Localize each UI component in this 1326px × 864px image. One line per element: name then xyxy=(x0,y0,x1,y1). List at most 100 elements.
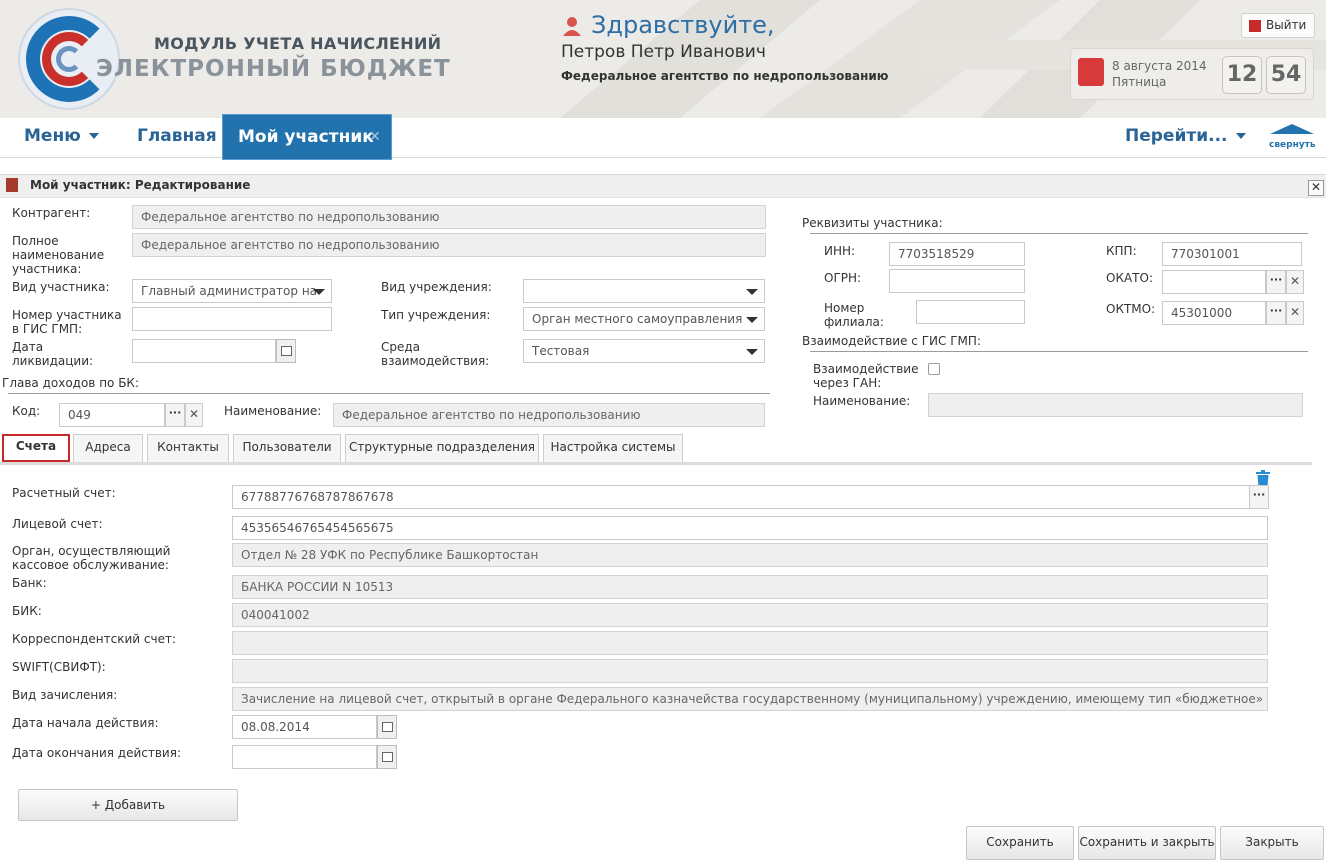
gis-number-input[interactable] xyxy=(132,307,332,331)
tab-system-settings[interactable]: Настройка системы xyxy=(543,434,683,462)
bank-field: БАНКА РОССИИ N 10513 xyxy=(232,575,1268,599)
liquidation-calendar-button[interactable] xyxy=(276,339,296,363)
environment-value: Тестовая xyxy=(532,344,590,358)
clock-minutes: 54 xyxy=(1266,56,1306,94)
chevron-down-icon xyxy=(746,289,758,295)
tab-my-participant[interactable]: Мой участник ✕ xyxy=(222,114,392,160)
code-clear-button[interactable]: ✕ xyxy=(185,403,203,427)
counterparty-field: Федеральное агентство по недропользовани… xyxy=(132,205,766,229)
collapse-icon xyxy=(1270,124,1314,134)
environment-label: Среда взаимодействия: xyxy=(381,340,490,368)
institution-type-label: Тип учреждения: xyxy=(381,308,491,322)
goto-label: Перейти... xyxy=(1125,126,1228,146)
home-tab[interactable]: Главная xyxy=(137,126,217,146)
calendar-icon xyxy=(382,752,393,762)
code-lookup-button[interactable]: ··· xyxy=(165,403,185,427)
liquidation-date-input[interactable] xyxy=(132,339,276,363)
end-date-calendar-button[interactable] xyxy=(377,745,397,769)
okato-label: ОКАТО: xyxy=(1106,271,1153,285)
settlement-account-label: Расчетный счет: xyxy=(12,486,116,500)
oktmo-lookup-button[interactable]: ··· xyxy=(1266,301,1286,325)
logout-button[interactable]: Выйти xyxy=(1241,13,1315,38)
gan-label: Взаимодействие через ГАН: xyxy=(813,362,919,390)
close-button[interactable]: Закрыть xyxy=(1220,826,1324,860)
start-date-calendar-button[interactable] xyxy=(377,715,397,739)
swift-field xyxy=(232,659,1268,683)
tab-addresses[interactable]: Адреса xyxy=(73,434,143,462)
logout-icon xyxy=(1249,20,1261,32)
institution-type-value: Орган местного самоуправления xyxy=(532,312,743,326)
corr-account-label: Корреспондентский счет: xyxy=(12,632,176,646)
bk-name-label: Наименование: xyxy=(224,404,322,418)
kpp-input[interactable]: 770301001 xyxy=(1162,242,1302,266)
end-date-input[interactable] xyxy=(232,745,377,769)
chevron-down-icon xyxy=(88,133,99,139)
liquidation-date-label: Дата ликвидации: xyxy=(12,340,94,368)
bik-label: БИК: xyxy=(12,604,42,618)
bank-label: Банк: xyxy=(12,576,47,590)
okato-lookup-button[interactable]: ··· xyxy=(1266,270,1286,294)
close-panel-button[interactable]: ✕ xyxy=(1308,180,1324,196)
code-label: Код: xyxy=(12,404,41,418)
okato-clear-button[interactable]: ✕ xyxy=(1286,270,1304,294)
personal-account-input[interactable]: 45356546765454565675 xyxy=(232,516,1268,540)
institution-type-select[interactable]: Орган местного самоуправления xyxy=(523,307,765,331)
code-input[interactable]: 049 xyxy=(59,403,165,427)
tab-accounts[interactable]: Счета xyxy=(2,434,70,462)
chevron-down-icon xyxy=(1235,133,1246,139)
branch-input[interactable] xyxy=(916,300,1025,324)
tab-users[interactable]: Пользователи xyxy=(233,434,341,462)
logo-line2: ЭЛЕКТРОННЫЙ БЮДЖЕТ xyxy=(96,56,451,82)
inn-label: ИНН: xyxy=(824,244,856,258)
start-date-input[interactable]: 08.08.2014 xyxy=(232,715,377,739)
tab-departments[interactable]: Структурные подразделения xyxy=(345,434,539,462)
gan-name-field xyxy=(928,393,1303,417)
swift-label: SWIFT(СВИФТ): xyxy=(12,660,106,674)
tab-strip-border xyxy=(0,462,1312,465)
settlement-account-input[interactable]: 67788776768787867678 xyxy=(232,485,1250,509)
enrollment-type-label: Вид зачисления: xyxy=(12,688,118,702)
oktmo-clear-button[interactable]: ✕ xyxy=(1286,301,1304,325)
okato-input[interactable] xyxy=(1162,270,1266,294)
current-weekday: Пятница xyxy=(1112,75,1167,89)
cash-org-field: Отдел № 28 УФК по Республике Башкортоста… xyxy=(232,543,1268,567)
settlement-lookup-button[interactable]: ··· xyxy=(1249,485,1269,509)
save-button[interactable]: Сохранить xyxy=(966,826,1074,860)
logo-line1: МОДУЛЬ УЧЕТА НАЧИСЛЕНИЙ xyxy=(154,34,442,53)
building-icon xyxy=(6,178,18,192)
counterparty-label: Контрагент: xyxy=(12,206,91,220)
collapse-button[interactable]: свернуть xyxy=(1268,124,1316,154)
add-account-button[interactable]: + Добавить xyxy=(18,789,238,821)
requisites-section-label: Реквизиты участника: xyxy=(802,216,943,230)
gan-checkbox[interactable] xyxy=(928,363,940,375)
close-tab-icon[interactable]: ✕ xyxy=(369,129,381,145)
ogrn-input[interactable] xyxy=(889,269,1025,293)
environment-select[interactable]: Тестовая xyxy=(523,339,765,363)
full-name-field: Федеральное агентство по недропользовани… xyxy=(132,233,766,257)
goto-menu-button[interactable]: Перейти... xyxy=(1125,126,1246,146)
personal-account-label: Лицевой счет: xyxy=(12,517,103,531)
bk-name-field: Федеральное агентство по недропользовани… xyxy=(333,403,765,427)
collapse-label: свернуть xyxy=(1269,140,1316,150)
organization-name: Федеральное агентство по недропользовани… xyxy=(561,69,889,83)
current-date: 8 августа 2014 xyxy=(1112,59,1207,73)
institution-kind-select[interactable] xyxy=(523,279,765,303)
user-name: Петров Петр Иванович xyxy=(561,42,766,62)
chevron-down-icon xyxy=(746,349,758,355)
bik-field: 040041002 xyxy=(232,603,1268,627)
chevron-down-icon xyxy=(746,317,758,323)
participant-type-select[interactable]: Главный администратор на xyxy=(132,279,332,303)
enrollment-type-field: Зачисление на лицевой счет, открытый в о… xyxy=(232,687,1268,711)
menu-button[interactable]: Меню xyxy=(24,126,99,146)
end-date-label: Дата окончания действия: xyxy=(12,746,181,760)
gis-number-label: Номер участника в ГИС ГМП: xyxy=(12,308,122,336)
tab-contacts[interactable]: Контакты xyxy=(147,434,229,462)
corr-account-field xyxy=(232,631,1268,655)
gis-section-label: Взаимодействие с ГИС ГМП: xyxy=(802,334,981,348)
clock-hours: 12 xyxy=(1222,56,1262,94)
branch-label: Номер филиала: xyxy=(824,301,884,329)
full-name-label: Полное наименование участника: xyxy=(12,234,105,276)
oktmo-input[interactable]: 45301000 xyxy=(1162,301,1266,325)
inn-input[interactable]: 7703518529 xyxy=(889,242,1025,266)
save-close-button[interactable]: Сохранить и закрыть xyxy=(1078,826,1216,860)
